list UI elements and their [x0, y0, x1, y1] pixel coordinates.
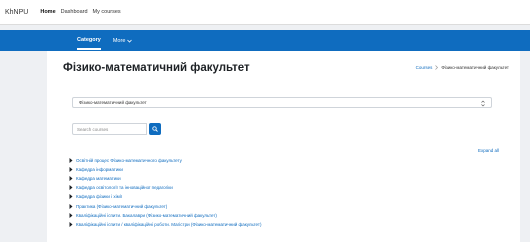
category-item[interactable]: Кафедра освітології та інноваційної педа…	[69, 183, 261, 192]
category-item[interactable]: Кафедра математики	[69, 174, 261, 183]
more-label: More	[112, 37, 126, 44]
nav-dashboard[interactable]: Dashboard	[61, 9, 88, 15]
breadcrumb: Courses Фізико-математичний факультет	[416, 65, 509, 70]
chevron-right-icon	[69, 158, 74, 164]
chevron-right-icon	[69, 221, 74, 227]
category-link[interactable]: Кафедра освітології та інноваційної педа…	[76, 185, 173, 190]
breadcrumb-current: Фізико-математичний факультет	[441, 65, 509, 70]
category-item[interactable]: Кафедра інформатики	[69, 165, 261, 174]
category-item[interactable]: Кваліфікаційні іспити / кваліфікаційні р…	[69, 220, 261, 229]
category-link[interactable]: Кафедра інформатики	[76, 167, 123, 172]
chevron-right-icon	[69, 167, 74, 173]
category-link[interactable]: Кафедра математики	[76, 176, 121, 181]
chevron-down-icon	[127, 39, 133, 43]
search-input[interactable]: Search courses	[72, 123, 147, 135]
tab-category[interactable]: Category	[77, 31, 101, 50]
course-search: Search courses	[72, 123, 161, 135]
site-brand[interactable]: KhNPU	[5, 9, 28, 16]
top-navbar: KhNPU Home Dashboard My courses	[0, 0, 530, 25]
category-link[interactable]: Кафедра фізики і хімії	[76, 194, 122, 199]
more-menu[interactable]: More	[113, 38, 133, 44]
chevron-right-icon	[69, 203, 74, 209]
chevron-right-icon	[69, 194, 74, 200]
chevron-right-icon	[69, 176, 74, 182]
search-icon	[152, 126, 158, 132]
page-title: Фізико-математичний факультет	[63, 62, 250, 74]
category-list: Освітній процес Фізико-математичного фак…	[69, 156, 261, 229]
select-arrows-icon	[481, 100, 485, 107]
search-placeholder: Search courses	[77, 126, 109, 132]
nav-my-courses[interactable]: My courses	[93, 9, 121, 15]
expand-all-link[interactable]: Expand all	[478, 148, 499, 153]
category-item[interactable]: Кваліфікаційні іспити. Бакалаври (Фізико…	[69, 211, 261, 220]
chevron-right-icon	[69, 212, 74, 218]
category-link[interactable]: Кваліфікаційні іспити / кваліфікаційні р…	[76, 222, 261, 227]
nav-home[interactable]: Home	[40, 9, 55, 15]
main-card: Фізико-математичний факультет Courses Фі…	[47, 51, 520, 242]
category-select-value: Фізико-математичний факультет	[79, 100, 147, 105]
category-item[interactable]: Кафедра фізики і хімії	[69, 192, 261, 201]
category-link[interactable]: Кваліфікаційні іспити. Бакалаври (Фізико…	[76, 213, 217, 218]
category-link[interactable]: Освітній процес Фізико-математичного фак…	[76, 158, 182, 163]
chevron-right-icon	[69, 185, 74, 191]
category-item[interactable]: Освітній процес Фізико-математичного фак…	[69, 156, 261, 165]
category-select[interactable]: Фізико-математичний факультет	[72, 97, 492, 108]
chevron-right-icon	[435, 65, 439, 70]
category-item[interactable]: Практика (Фізико-математичний факультет)	[69, 201, 261, 210]
secondary-navbar: Category More	[0, 30, 530, 51]
search-button[interactable]	[149, 123, 161, 135]
breadcrumb-courses[interactable]: Courses	[416, 65, 433, 70]
category-link[interactable]: Практика (Фізико-математичний факультет)	[76, 204, 167, 209]
